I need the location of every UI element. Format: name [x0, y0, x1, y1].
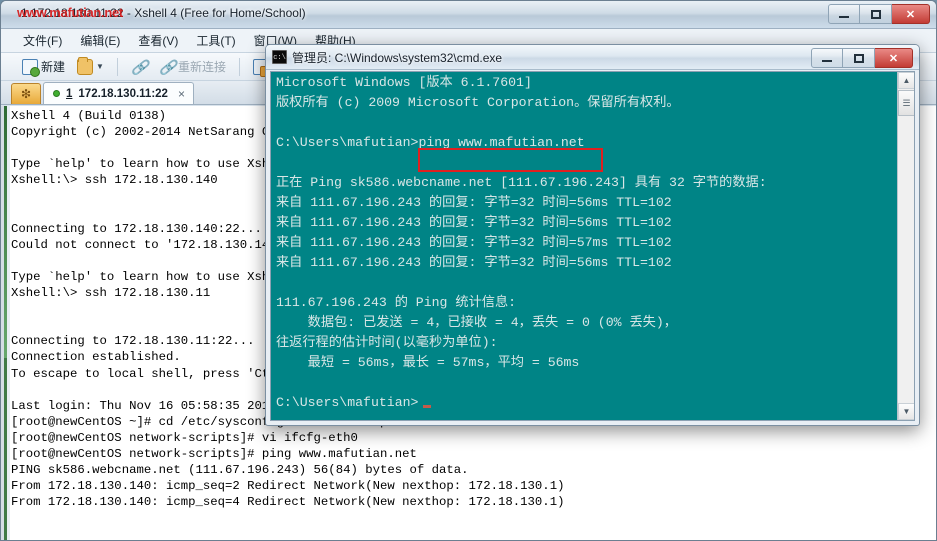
menu-item-edit[interactable]: 编辑(E)	[80, 32, 120, 49]
toolbar-divider	[116, 57, 118, 76]
cmd-titlebar[interactable]: c:\ 管理员: C:\Windows\system32\cmd.exe ✕	[266, 45, 919, 70]
xshell-window-controls: ✕	[828, 4, 930, 24]
connect-button[interactable]: 🔗	[128, 58, 150, 76]
toolbar-divider-2	[238, 57, 240, 76]
close-icon[interactable]: ×	[178, 87, 185, 101]
tab-label: 172.18.130.11:22	[78, 87, 168, 100]
xshell-maximize-button[interactable]	[860, 4, 892, 24]
cmd-close-button[interactable]: ✕	[875, 48, 913, 68]
cmd-window-controls: ✕	[811, 48, 913, 68]
menu-item-view[interactable]: 查看(V)	[138, 32, 178, 49]
new-session-button[interactable]: 新建	[19, 57, 68, 77]
connect-icon: 🔗	[130, 58, 149, 75]
tab-number: 1	[66, 87, 73, 100]
reconnect-label: 重新连接	[177, 60, 226, 74]
menu-item-tools[interactable]: 工具(T)	[196, 32, 235, 49]
cmd-title-label: 管理员: C:\Windows\system32\cmd.exe	[292, 51, 503, 65]
new-session-label: 新建	[41, 60, 66, 74]
open-session-button[interactable]: ▼	[74, 56, 107, 76]
scrollbar-thumb[interactable]: ☰	[898, 90, 914, 116]
cmd-console-output: Microsoft Windows [版本 6.1.7601] 版权所有 (c)…	[276, 75, 767, 410]
cmd-scrollbar[interactable]: ▲ ☰ ▼	[897, 72, 914, 420]
minimize-icon	[839, 16, 849, 18]
cmd-cursor	[423, 405, 431, 408]
connected-status-icon	[53, 90, 60, 97]
new-tab-button[interactable]: ❇	[11, 83, 41, 104]
menu-item-file[interactable]: 文件(F)	[23, 32, 62, 49]
xshell-close-button[interactable]: ✕	[892, 4, 930, 24]
cmd-console-area[interactable]: Microsoft Windows [版本 6.1.7601] 版权所有 (c)…	[270, 71, 915, 421]
cmd-maximize-button[interactable]	[843, 48, 875, 68]
folder-icon	[77, 56, 94, 75]
xshell-titlebar[interactable]: 1 172.18.130.11:22 - Xshell 4 (Free for …	[1, 1, 936, 29]
scroll-up-button[interactable]: ▲	[898, 72, 914, 89]
reconnect-button[interactable]: 🔗 重新连接	[156, 57, 229, 76]
cmd-window: c:\ 管理员: C:\Windows\system32\cmd.exe ✕ M…	[265, 44, 920, 426]
disconnect-icon: 🔗	[158, 58, 177, 75]
maximize-icon	[853, 53, 864, 63]
cmd-minimize-button[interactable]	[811, 48, 843, 68]
minimize-icon	[822, 60, 832, 62]
cmd-app-icon: c:\	[272, 50, 287, 64]
session-tab-1[interactable]: 1 172.18.130.11:22 ×	[43, 82, 194, 104]
terminal-scrollbar[interactable]	[1, 106, 10, 540]
maximize-icon	[870, 9, 881, 19]
chevron-down-icon[interactable]: ▼	[96, 62, 104, 71]
scroll-down-button[interactable]: ▼	[898, 403, 914, 420]
watermark-text: www.mafutian.net	[17, 5, 123, 20]
new-session-icon	[22, 58, 40, 77]
xshell-minimize-button[interactable]	[828, 4, 860, 24]
cmd-highlight-box	[418, 148, 603, 172]
